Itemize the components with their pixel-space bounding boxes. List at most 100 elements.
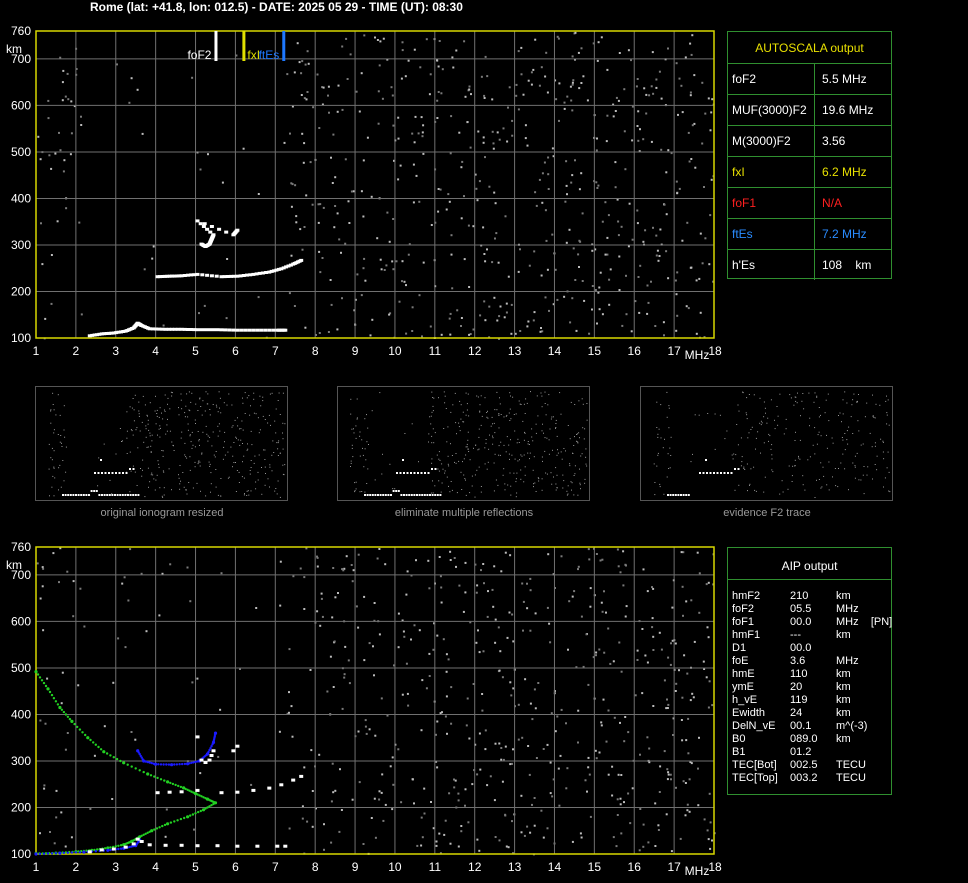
thumbnail-noise-dot: [768, 433, 770, 435]
noise-dot: [589, 605, 592, 608]
noise-dot: [647, 841, 650, 844]
thumbnail-noise-dot: [359, 435, 361, 437]
noise-dot: [436, 720, 439, 723]
thumbnail-noise-dot: [492, 423, 493, 425]
y-axis-unit: km: [6, 558, 22, 572]
noise-dot: [696, 551, 699, 554]
noise-dot: [667, 771, 670, 774]
thumbnail-noise-dot: [364, 448, 366, 450]
profile-point: [73, 722, 76, 726]
thumbnail-noise-dot: [759, 422, 761, 424]
thumbnail-trace-point: [111, 494, 114, 496]
noise-dot: [504, 814, 507, 817]
thumbnail-noise-dot: [527, 443, 529, 445]
thumbnail-noise-dot: [258, 454, 260, 456]
thumbnail-trace-point: [727, 472, 729, 474]
thumbnail-noise-dot: [493, 490, 495, 492]
thumbnail-noise-dot: [189, 469, 191, 471]
thumbnail-noise-dot: [150, 474, 152, 476]
thumbnail-noise-dot: [140, 468, 141, 469]
thumbnail-noise-dot: [239, 444, 241, 446]
noise-dot: [364, 719, 367, 722]
thumbnail-trace-point: [410, 472, 412, 474]
noise-dot: [489, 775, 492, 778]
thumbnail-noise-dot: [548, 453, 550, 455]
noise-dot: [683, 654, 686, 657]
noise-dot: [311, 790, 314, 792]
noise-dot: [693, 640, 696, 643]
noise-dot: [341, 707, 344, 710]
thumbnail-noise-dot: [63, 480, 65, 482]
thumbnail-noise-dot: [455, 462, 457, 464]
thumbnail-noise-dot: [850, 416, 852, 418]
noise-dot: [506, 636, 509, 639]
thumbnail-noise-dot: [828, 489, 830, 491]
thumbnail-noise-dot: [585, 448, 587, 450]
thumbnail-noise-dot: [743, 466, 745, 468]
noise-dot: [320, 592, 323, 595]
noise-dot: [619, 803, 622, 806]
thumbnail-noise-dot: [190, 441, 192, 443]
thumbnail-noise-dot: [250, 467, 252, 468]
thumbnail-noise-dot: [746, 418, 748, 420]
profile-point: [86, 736, 90, 740]
thumbnail-noise-dot: [350, 462, 352, 464]
profile-point: [64, 851, 68, 854]
thumbnail-noise-dot: [216, 406, 218, 408]
noise-dot: [482, 650, 485, 653]
thumbnail-noise-dot: [757, 431, 759, 433]
noise-dot: [351, 580, 354, 583]
thumbnail-noise-dot: [418, 461, 419, 463]
trace-point: [195, 735, 200, 739]
noise-dot: [445, 695, 448, 698]
thumbnail-noise-dot: [466, 446, 468, 448]
noise-dot: [500, 747, 503, 749]
thumbnail-noise-dot: [820, 462, 822, 464]
noise-dot: [318, 753, 321, 756]
trace-point: [195, 788, 200, 792]
noise-dot: [397, 748, 400, 751]
thumbnail-noise-dot: [141, 475, 143, 477]
noise-dot: [357, 553, 360, 556]
autoscala-row: foF2 5.5 MHz: [728, 63, 891, 95]
thumbnail-noise-dot: [664, 438, 665, 440]
profile-point: [34, 852, 38, 856]
thumbnail-noise-dot: [814, 453, 816, 455]
thumbnail-trace-point: [705, 459, 707, 461]
noise-dot: [670, 778, 672, 781]
profile-point: [179, 785, 183, 789]
profile-point: [70, 851, 74, 854]
noise-dot: [615, 845, 618, 848]
thumbnail-noise-dot: [279, 414, 281, 415]
thumbnail-noise-dot: [186, 457, 188, 459]
thumbnail-noise-dot: [274, 420, 276, 422]
trace-point: [231, 749, 236, 753]
thumbnail-noise-dot: [837, 486, 839, 488]
noise-dot: [666, 707, 669, 709]
profile-point: [166, 822, 170, 826]
thumbnail-noise-dot: [253, 412, 255, 414]
autoscala-value: 3.56: [822, 134, 846, 148]
thumbnail-noise-dot: [53, 466, 55, 468]
noise-dot: [410, 638, 412, 641]
thumbnail-noise-dot: [818, 416, 820, 418]
noise-dot: [475, 591, 478, 594]
noise-dot: [667, 703, 670, 706]
thumbnail-noise-dot: [219, 397, 221, 399]
thumbnail-noise-dot: [796, 402, 798, 404]
thumbnail-noise-dot: [667, 453, 669, 455]
noise-dot: [401, 693, 404, 696]
thumbnail-noise-dot: [669, 467, 671, 469]
thumbnail-noise-dot: [200, 490, 201, 492]
aip-value: 00.1: [790, 720, 812, 732]
thumbnail-noise-dot: [552, 449, 553, 451]
thumbnail-noise-dot: [556, 454, 558, 456]
thumbnail-trace-point: [115, 472, 117, 474]
profile-point: [141, 758, 144, 761]
noise-dot: [504, 745, 507, 748]
thumbnail-noise-dot: [126, 430, 128, 432]
thumbnail-noise-dot: [586, 419, 588, 421]
thumbnail-noise-dot: [714, 448, 716, 450]
thumbnail-noise-dot: [185, 489, 187, 490]
noise-dot: [601, 610, 604, 613]
